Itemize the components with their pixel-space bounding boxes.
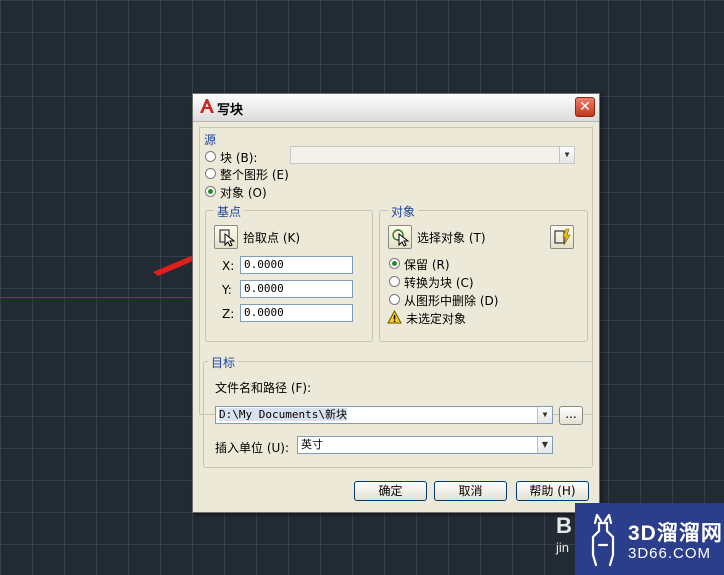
- filename-combo[interactable]: D:\My Documents\新块 ▼: [215, 406, 553, 424]
- y-input[interactable]: 0.0000: [240, 280, 353, 298]
- chevron-down-icon[interactable]: ▼: [537, 407, 552, 423]
- retain-radio[interactable]: [389, 258, 400, 269]
- convert-to-block-label: 转换为块 (C): [404, 276, 474, 290]
- delete-from-drawing-label: 从图形中删除 (D): [404, 294, 499, 308]
- whole-drawing-label: 整个图形 (E): [220, 168, 289, 182]
- select-objects-button[interactable]: [388, 225, 412, 249]
- watermark-text: jin: [556, 540, 570, 555]
- write-block-dialog: 写块 ✕ 源 块 (B): ▼ 整个图形 (E) 对象 (O) 基点 拾取点 (…: [192, 93, 600, 513]
- source-label: 源: [204, 133, 217, 147]
- objects-radio-label: 对象 (O): [220, 186, 267, 200]
- convert-to-block-radio[interactable]: [389, 276, 400, 287]
- cancel-button[interactable]: 取消: [434, 481, 507, 501]
- watermark-site: 3D66.COM: [628, 545, 712, 562]
- quick-select-button[interactable]: [550, 225, 574, 249]
- chevron-down-icon[interactable]: ▼: [537, 437, 552, 453]
- destination-group: 目标 文件名和路径 (F): D:\My Documents\新块 ▼ ... …: [203, 354, 593, 468]
- dialog-title: 写块: [217, 103, 244, 118]
- red-crosshair-line: [0, 297, 195, 298]
- objects-radio[interactable]: [205, 186, 216, 197]
- pick-point-icon: [219, 229, 236, 247]
- deer-logo-icon: [591, 513, 615, 567]
- base-point-label: 基点: [214, 203, 245, 220]
- destination-label: 目标: [208, 354, 239, 371]
- z-label: Z:: [222, 307, 235, 321]
- retain-label: 保留 (R): [404, 258, 450, 272]
- pick-point-label: 拾取点 (K): [243, 231, 301, 245]
- pick-point-button[interactable]: [214, 225, 238, 249]
- x-label: X:: [222, 259, 235, 273]
- select-objects-label: 选择对象 (T): [417, 231, 486, 245]
- x-input[interactable]: 0.0000: [240, 256, 353, 274]
- warning-icon: [387, 310, 402, 324]
- block-radio[interactable]: [205, 151, 216, 162]
- select-objects-icon: [392, 229, 410, 247]
- watermark-brand: 3D溜溜网: [628, 522, 723, 545]
- filename-label: 文件名和路径 (F):: [215, 381, 312, 395]
- browse-button[interactable]: ...: [559, 406, 583, 425]
- insert-units-value: 英寸: [301, 438, 323, 451]
- z-input[interactable]: 0.0000: [240, 304, 353, 322]
- objects-group: 对象 选择对象 (T) 保留 (R) 转换为块 (C) 从图形中删除 (D) 未…: [379, 203, 588, 342]
- insert-units-combo[interactable]: 英寸 ▼: [297, 436, 553, 454]
- close-button[interactable]: ✕: [575, 97, 595, 117]
- insert-units-label: 插入单位 (U):: [215, 441, 290, 455]
- filename-value: D:\My Documents\新块: [219, 408, 347, 421]
- delete-from-drawing-radio[interactable]: [389, 294, 400, 305]
- objects-group-label: 对象: [388, 203, 419, 220]
- autocad-icon: [200, 99, 214, 113]
- quick-select-icon: [554, 228, 571, 246]
- title-bar[interactable]: 写块 ✕: [193, 94, 599, 122]
- base-point-group: 基点 拾取点 (K) X: 0.0000 Y: 0.0000 Z: 0.0000: [205, 203, 373, 342]
- chevron-down-icon[interactable]: ▼: [559, 147, 574, 163]
- block-name-combo[interactable]: ▼: [290, 146, 575, 164]
- whole-drawing-radio[interactable]: [205, 168, 216, 179]
- block-radio-label: 块 (B):: [220, 151, 258, 165]
- no-objects-warning: 未选定对象: [406, 312, 467, 326]
- y-label: Y:: [222, 283, 232, 297]
- ok-button[interactable]: 确定: [354, 481, 427, 501]
- watermark-letter: B: [556, 513, 572, 538]
- help-button[interactable]: 帮助 (H): [516, 481, 589, 501]
